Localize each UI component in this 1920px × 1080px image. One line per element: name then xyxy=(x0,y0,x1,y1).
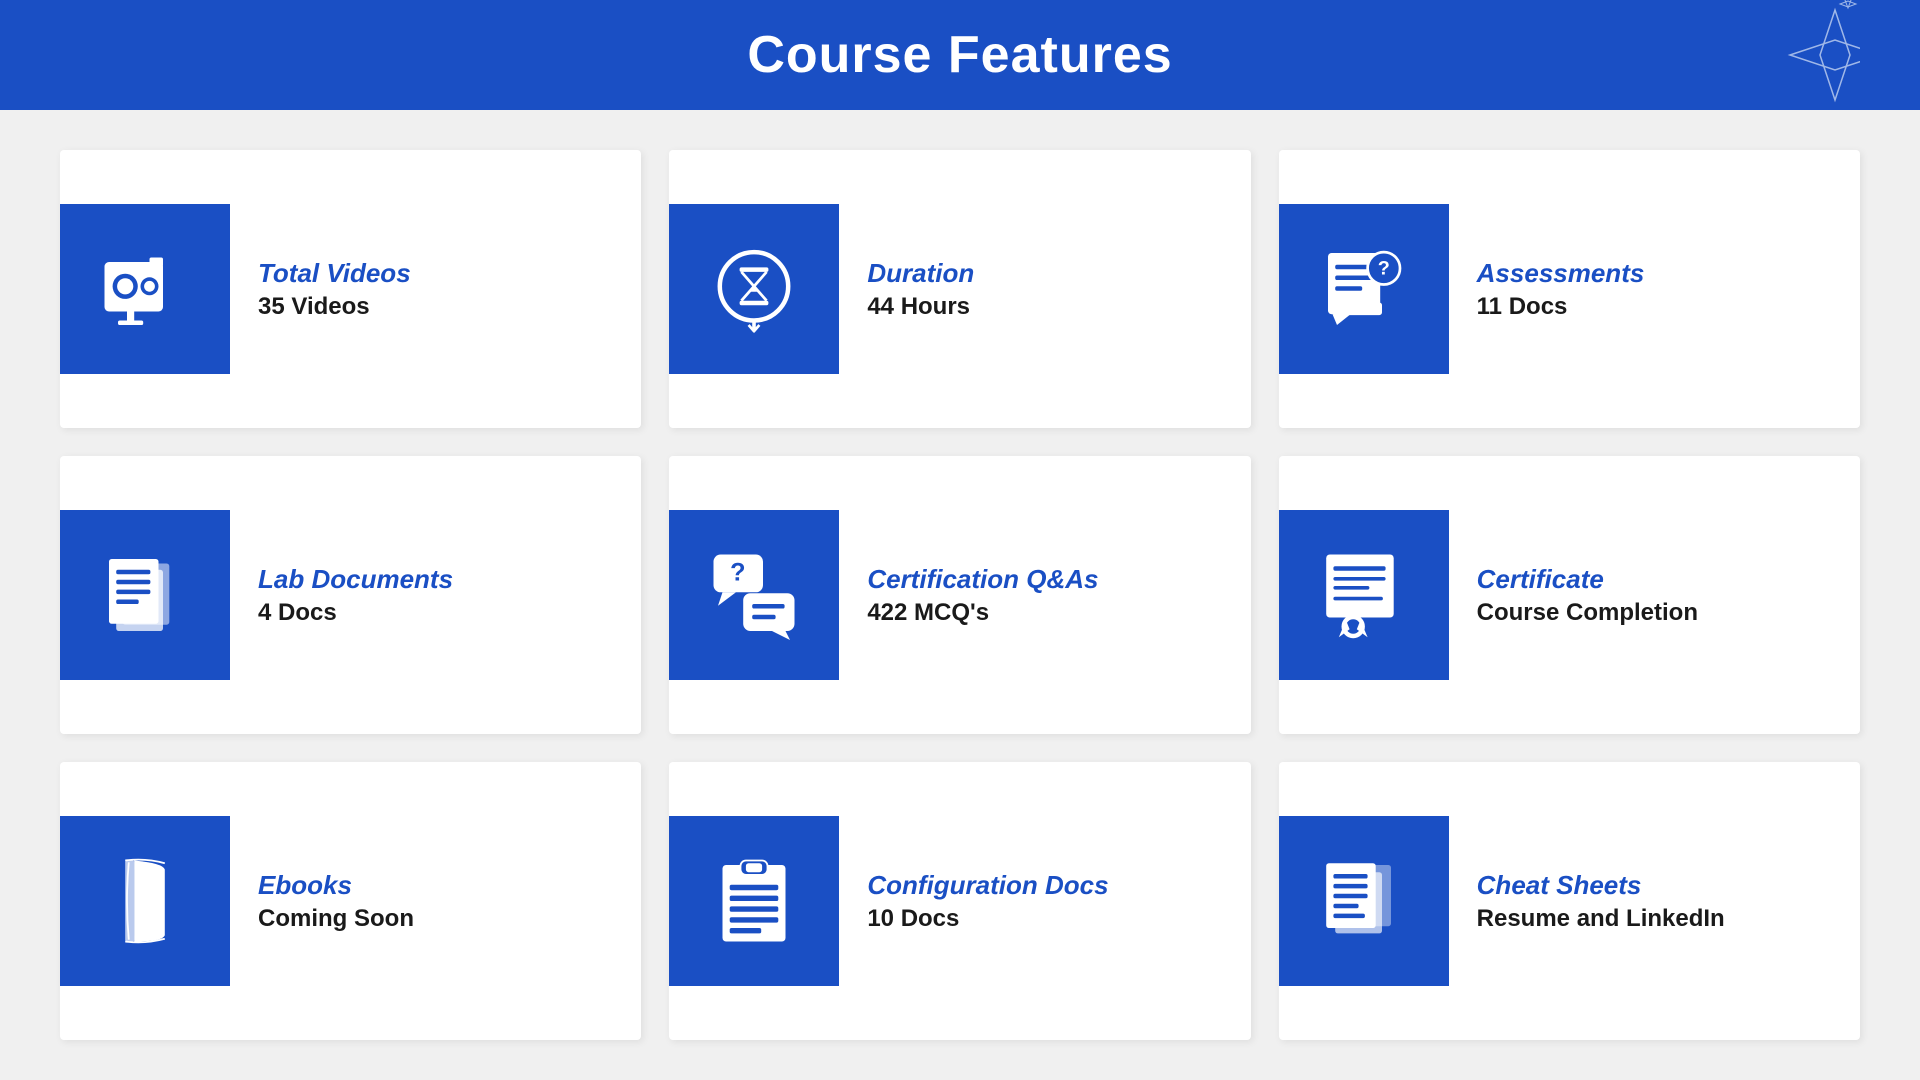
total-videos-title: Total Videos xyxy=(258,258,411,289)
certification-qas-icon-box: ? xyxy=(669,510,839,680)
assessment-icon: ? xyxy=(1319,244,1409,334)
duration-title: Duration xyxy=(867,258,974,289)
lab-documents-title: Lab Documents xyxy=(258,564,453,595)
features-grid: Total Videos 35 Videos Duration xyxy=(0,110,1920,1080)
duration-icon-box xyxy=(669,204,839,374)
duration-text: Duration 44 Hours xyxy=(867,258,974,321)
configuration-docs-value: 10 Docs xyxy=(867,905,1108,933)
certification-qas-value: 422 MCQ's xyxy=(867,599,1098,627)
assessments-value: 11 Docs xyxy=(1477,293,1645,321)
card-duration: Duration 44 Hours xyxy=(669,150,1250,428)
ebooks-title: Ebooks xyxy=(258,870,414,901)
ebooks-icon-box xyxy=(60,816,230,986)
page-header: Course Features xyxy=(0,0,1920,110)
total-videos-text: Total Videos 35 Videos xyxy=(258,258,411,321)
page-title: Course Features xyxy=(747,25,1172,85)
card-configuration-docs: Configuration Docs 10 Docs xyxy=(669,762,1250,1040)
configuration-docs-title: Configuration Docs xyxy=(867,870,1108,901)
svg-text:?: ? xyxy=(1377,258,1389,280)
video-icon xyxy=(100,244,190,334)
ebook-icon xyxy=(100,856,190,946)
certificate-icon-box xyxy=(1279,510,1449,680)
card-total-videos: Total Videos 35 Videos xyxy=(60,150,641,428)
cheat-sheets-title: Cheat Sheets xyxy=(1477,870,1725,901)
lab-documents-icon-box xyxy=(60,510,230,680)
cheat-sheets-value: Resume and LinkedIn xyxy=(1477,905,1725,933)
card-cheat-sheets: Cheat Sheets Resume and LinkedIn xyxy=(1279,762,1860,1040)
lab-documents-value: 4 Docs xyxy=(258,599,453,627)
clock-icon xyxy=(709,244,799,334)
assessments-title: Assessments xyxy=(1477,258,1645,289)
card-certificate: Certificate Course Completion xyxy=(1279,456,1860,734)
card-ebooks: Ebooks Coming Soon xyxy=(60,762,641,1040)
configuration-docs-text: Configuration Docs 10 Docs xyxy=(867,870,1108,933)
svg-text:?: ? xyxy=(730,559,745,587)
certificate-value: Course Completion xyxy=(1477,599,1698,627)
qa-icon: ? xyxy=(709,550,799,640)
certificate-title: Certificate xyxy=(1477,564,1698,595)
certification-qas-text: Certification Q&As 422 MCQ's xyxy=(867,564,1098,627)
certificate-icon xyxy=(1319,550,1409,640)
assessments-icon-box: ? xyxy=(1279,204,1449,374)
lab-documents-text: Lab Documents 4 Docs xyxy=(258,564,453,627)
cheatsheet-icon xyxy=(1319,856,1409,946)
certificate-text: Certificate Course Completion xyxy=(1477,564,1698,627)
card-lab-documents: Lab Documents 4 Docs xyxy=(60,456,641,734)
total-videos-icon-box xyxy=(60,204,230,374)
cheat-sheets-icon-box xyxy=(1279,816,1449,986)
certification-qas-title: Certification Q&As xyxy=(867,564,1098,595)
total-videos-value: 35 Videos xyxy=(258,293,411,321)
duration-value: 44 Hours xyxy=(867,293,974,321)
documents-icon xyxy=(100,550,190,640)
card-certification-qas: ? Certification Q&As 422 MCQ's xyxy=(669,456,1250,734)
ebooks-value: Coming Soon xyxy=(258,905,414,933)
assessments-text: Assessments 11 Docs xyxy=(1477,258,1645,321)
card-assessments: ? Assessments 11 Docs xyxy=(1279,150,1860,428)
configuration-docs-icon-box xyxy=(669,816,839,986)
cheat-sheets-text: Cheat Sheets Resume and LinkedIn xyxy=(1477,870,1725,933)
star-decoration xyxy=(1740,0,1860,120)
ebooks-text: Ebooks Coming Soon xyxy=(258,870,414,933)
config-icon xyxy=(709,856,799,946)
